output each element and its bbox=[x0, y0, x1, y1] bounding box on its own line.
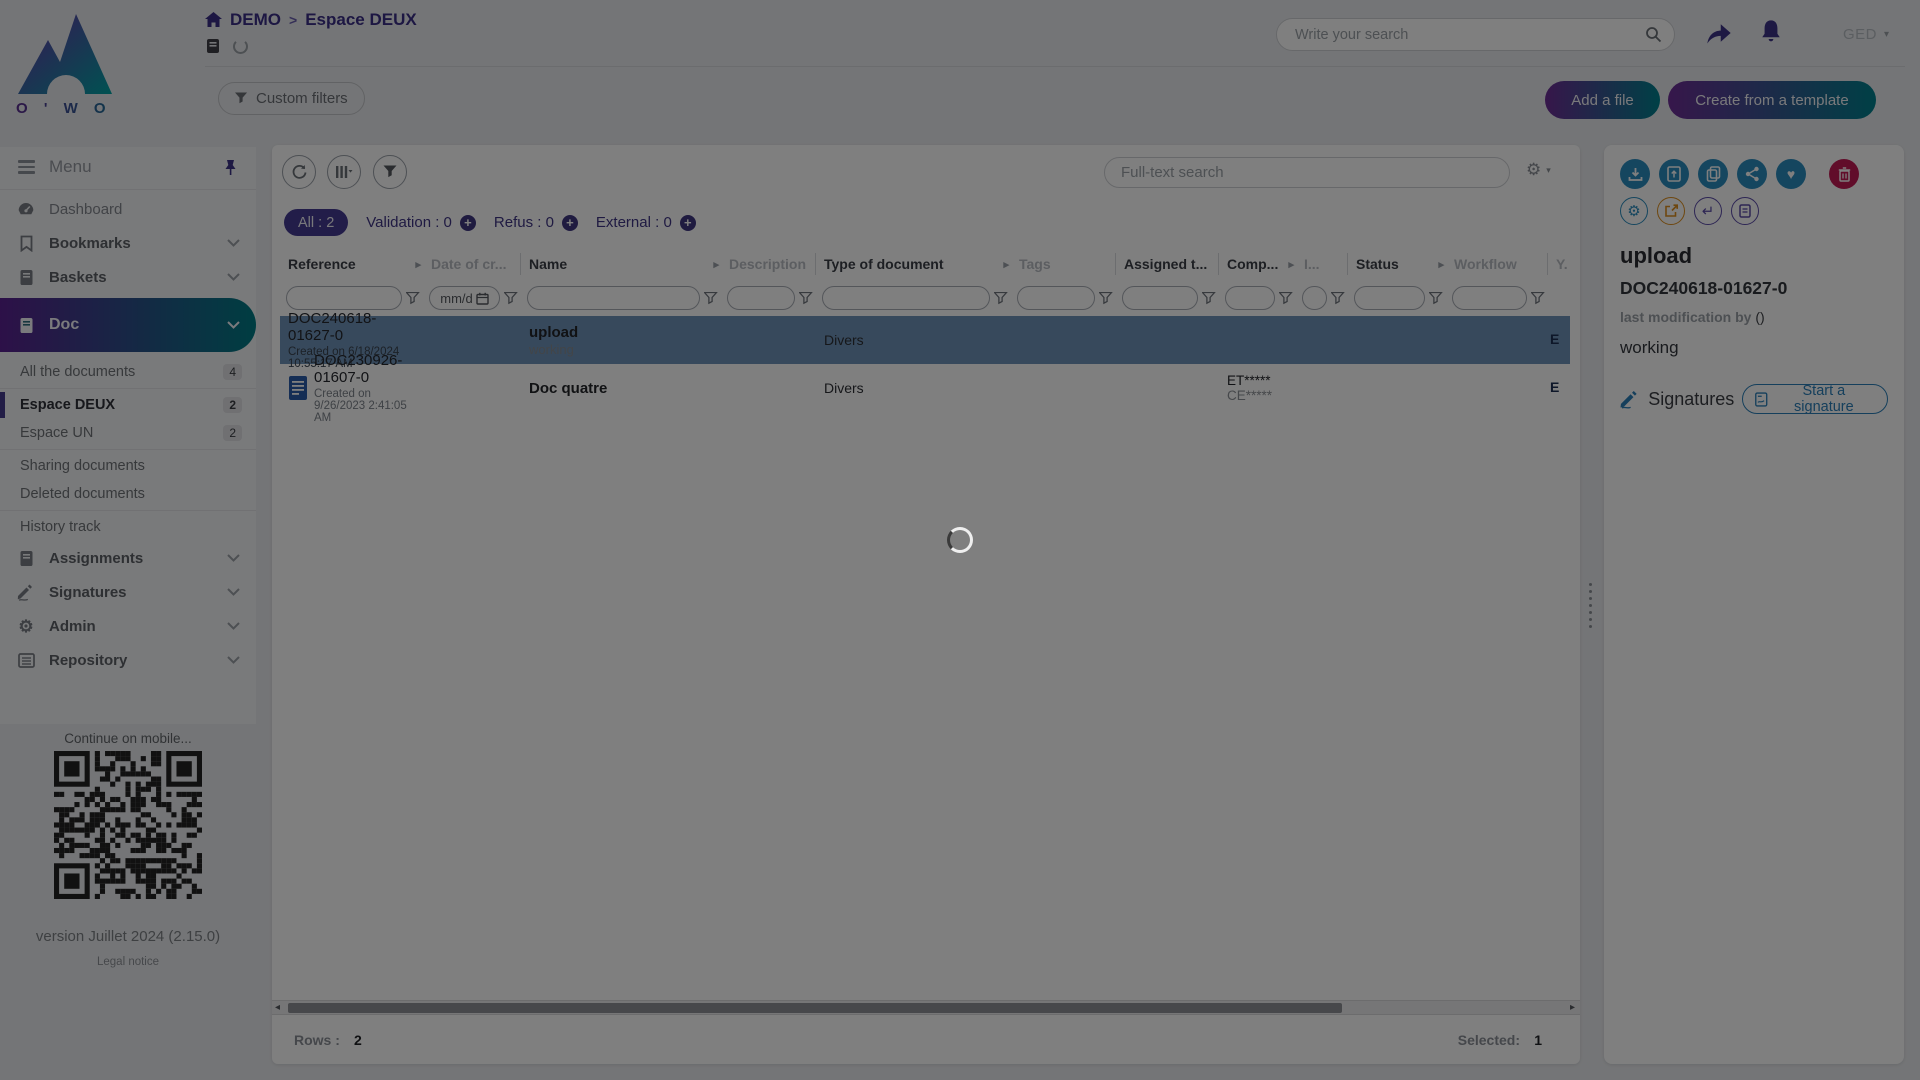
loading-overlay bbox=[0, 0, 1920, 1080]
loading-spinner bbox=[947, 527, 973, 553]
